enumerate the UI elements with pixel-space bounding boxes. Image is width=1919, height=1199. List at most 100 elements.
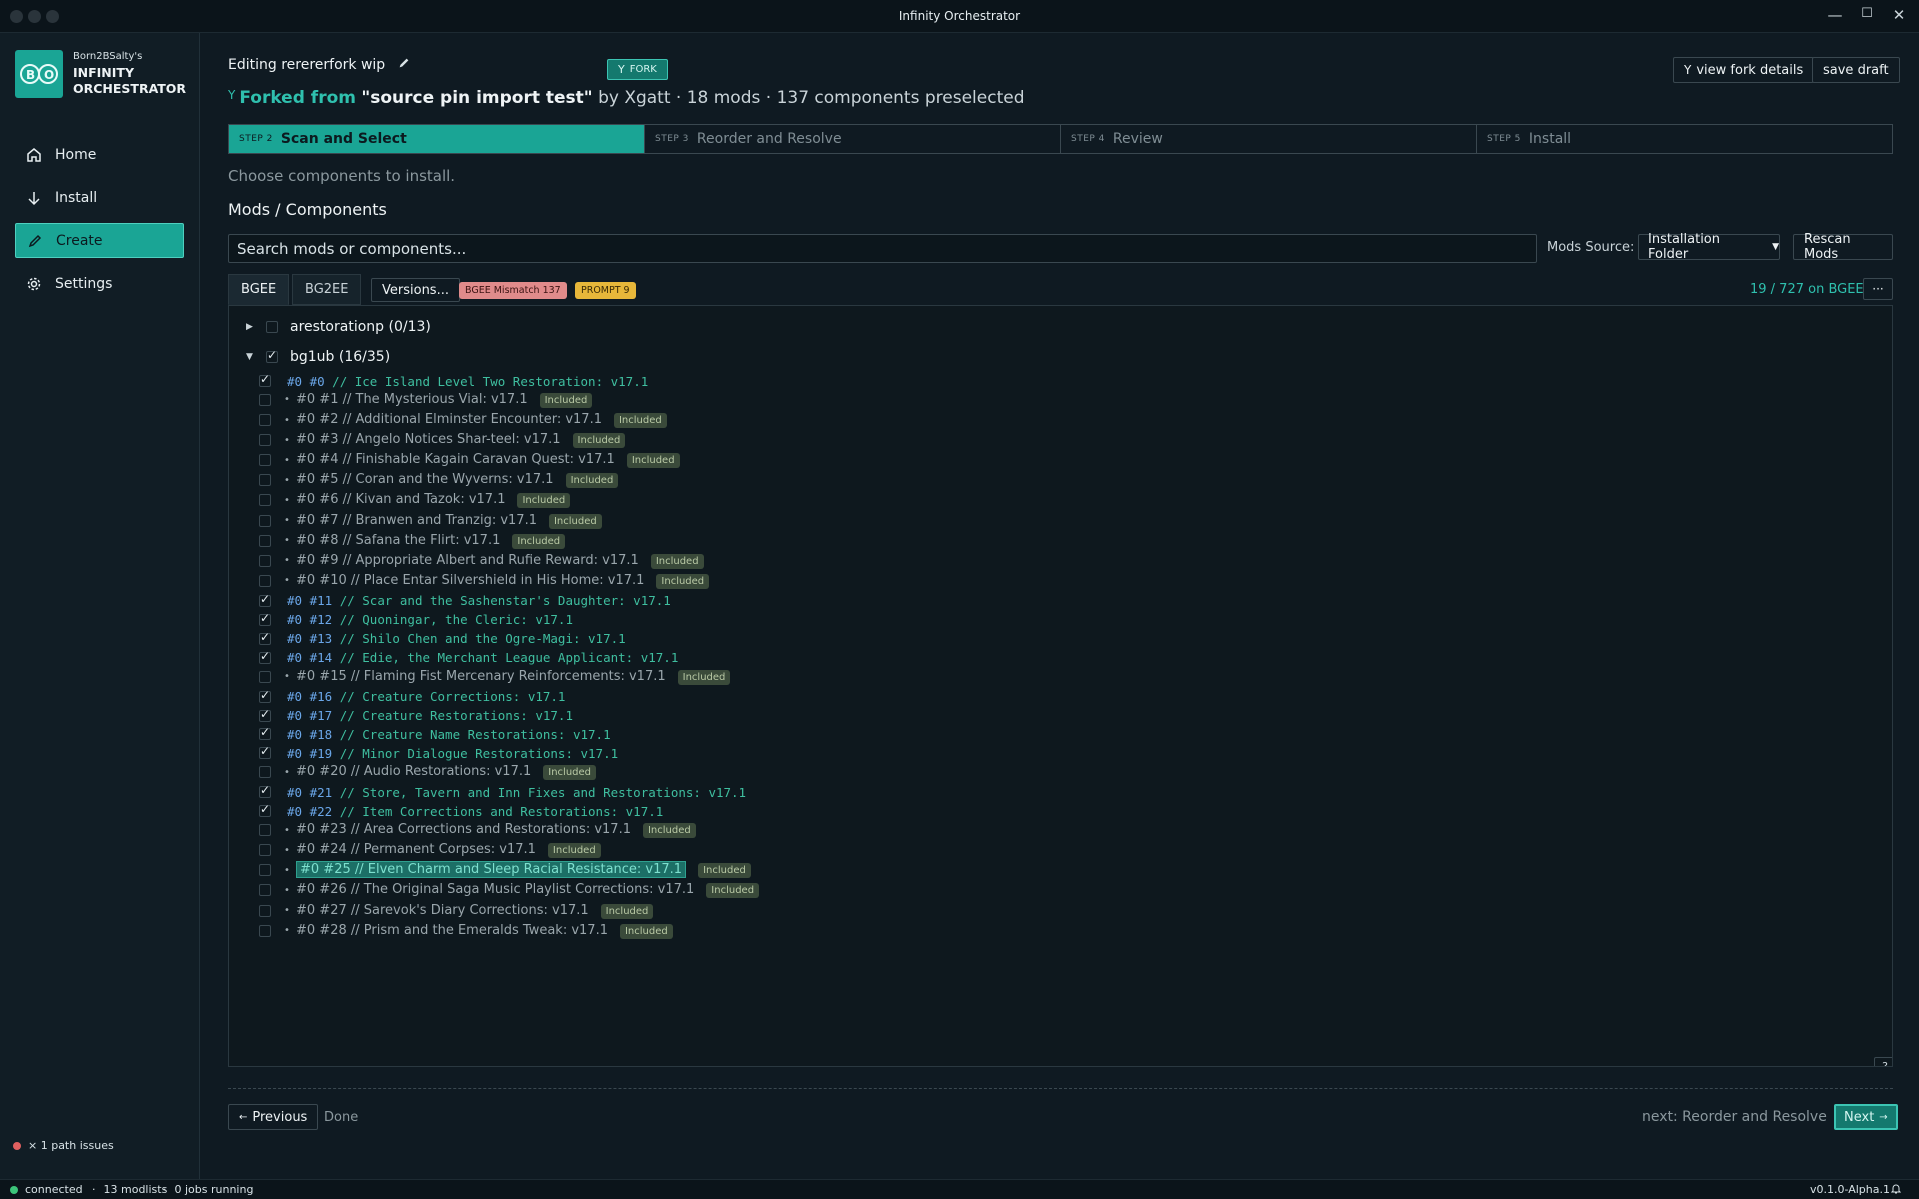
done-button[interactable]: Done	[324, 1110, 358, 1125]
bell-icon[interactable]	[1891, 1183, 1901, 1194]
component-row[interactable]: • #0 #26 // The Original Saga Music Playl…	[229, 880, 1892, 900]
view-fork-details-button[interactable]: Y view fork details	[1673, 57, 1815, 83]
component-checkbox[interactable]	[259, 783, 271, 799]
component-row[interactable]: #0 #19 // Minor Dialogue Restorations: v…	[229, 743, 1892, 763]
component-row[interactable]: • #0 #8 // Safana the Flirt: v17.1 Include…	[229, 531, 1892, 551]
help-button[interactable]: ?	[1874, 1057, 1892, 1066]
component-checkbox[interactable]	[259, 434, 271, 447]
component-checkbox[interactable]	[259, 725, 271, 741]
versions-button[interactable]: Versions...	[371, 278, 460, 302]
component-row[interactable]: • #0 #1 // The Mysterious Vial: v17.1 Incl…	[229, 390, 1892, 410]
component-row[interactable]: #0 #11 // Scar and the Sashenstar's Daug…	[229, 591, 1892, 611]
mismatch-badge[interactable]: BGEE Mismatch 137	[459, 282, 567, 299]
component-row[interactable]: • #0 #23 // Area Corrections and Restorat…	[229, 820, 1892, 840]
component-row[interactable]: • #0 #7 // Branwen and Tranzig: v17.1 Incl…	[229, 511, 1892, 531]
sidebar-item-create[interactable]: Create	[15, 223, 184, 258]
component-checkbox[interactable]	[259, 766, 271, 779]
sidebar-item-home[interactable]: Home	[15, 137, 184, 172]
tab-bgee[interactable]: BGEE	[228, 274, 290, 305]
component-checkbox[interactable]	[259, 824, 271, 837]
search-input[interactable]: Search mods or components...	[228, 234, 1537, 263]
component-name: #0 #20 // Audio Restorations: v17.1	[296, 764, 531, 779]
edit-pencil-icon[interactable]	[397, 56, 411, 74]
component-id: #0 #1	[296, 391, 339, 407]
component-list[interactable]: ▶ arestorationp (0/13) ▼ bg1ub (16/35) #…	[228, 305, 1893, 1067]
component-row[interactable]: #0 #0 // Ice Island Level Two Restoratio…	[229, 371, 1892, 391]
component-checkbox[interactable]	[259, 454, 271, 467]
component-checkbox[interactable]	[259, 707, 271, 722]
component-checkbox[interactable]	[259, 670, 271, 683]
component-row[interactable]: • #0 #24 // Permanent Corpses: v17.1 Inclu…	[229, 840, 1892, 860]
included-badge: Included	[650, 553, 704, 569]
save-draft-button[interactable]: save draft	[1812, 57, 1900, 83]
component-row[interactable]: • #0 #15 // Flaming Fist Mercenary Reinfo…	[229, 667, 1892, 687]
component-checkbox[interactable]	[259, 474, 271, 487]
mods-source-select[interactable]: Installation Folder ▼	[1638, 232, 1780, 262]
component-id: #0 #2	[296, 412, 339, 427]
component-checkbox[interactable]	[259, 534, 271, 547]
component-checkbox[interactable]	[259, 864, 271, 877]
component-row[interactable]: • #0 #10 // Place Entar Silvershield in H…	[229, 571, 1892, 591]
component-row[interactable]: #0 #18 // Creature Name Restorations: v1…	[229, 724, 1892, 744]
component-checkbox[interactable]	[259, 611, 271, 626]
component-checkbox[interactable]	[259, 884, 271, 897]
group-checkbox[interactable]	[266, 348, 278, 363]
caret-right-icon[interactable]: ▶	[246, 322, 253, 332]
minimize-button[interactable]: —	[1825, 6, 1845, 24]
step-install[interactable]: STEP 5 Install	[1477, 125, 1892, 153]
component-row[interactable]: • #0 #6 // Kivan and Tazok: v17.1 Included	[229, 490, 1892, 510]
mod-group-row[interactable]: ▶ arestorationp (0/13)	[229, 317, 1892, 337]
component-row[interactable]: #0 #13 // Shilo Chen and the Ogre-Magi: …	[229, 629, 1892, 649]
component-row[interactable]: #0 #12 // Quoningar, the Cleric: v17.1	[229, 610, 1892, 630]
mod-group-row[interactable]: ▼ bg1ub (16/35)	[229, 347, 1892, 367]
component-row[interactable]: • #0 #3 // Angelo Notices Shar-teel: v17.…	[229, 430, 1892, 450]
component-row[interactable]: • #0 #5 // Coran and the Wyverns: v17.1 In…	[229, 470, 1892, 490]
component-checkbox[interactable]	[259, 592, 271, 607]
component-checkbox[interactable]	[259, 904, 271, 917]
component-checkbox[interactable]	[259, 744, 271, 760]
component-row[interactable]: • #0 #20 // Audio Restorations: v17.1 Incl…	[229, 762, 1892, 782]
component-row[interactable]: • #0 #9 // Appropriate Albert and Rufie R…	[229, 551, 1892, 571]
rescan-mods-button[interactable]: Rescan Mods	[1793, 232, 1893, 262]
component-row[interactable]: #0 #16 // Creature Corrections: v17.1	[229, 687, 1892, 707]
component-checkbox[interactable]	[259, 372, 271, 387]
component-checkbox[interactable]	[259, 802, 271, 818]
group-checkbox[interactable]	[266, 321, 278, 333]
next-button[interactable]: Next →	[1834, 1104, 1898, 1130]
sidebar-item-install[interactable]: Install	[15, 180, 184, 215]
tab-bg2ee[interactable]: BG2EE	[292, 274, 362, 305]
component-row[interactable]: • #0 #2 // Additional Elminster Encounter…	[229, 410, 1892, 430]
component-row[interactable]: • #0 #25 // Elven Charm and Sleep Racial …	[229, 860, 1892, 880]
step-scan-and-select[interactable]: STEP 2 Scan and Select	[229, 125, 645, 153]
component-checkbox[interactable]	[259, 414, 271, 426]
component-checkbox[interactable]	[259, 393, 271, 406]
component-checkbox[interactable]	[259, 554, 271, 567]
step-review[interactable]: STEP 4 Review	[1061, 125, 1477, 153]
component-row[interactable]: • #0 #27 // Sarevok's Diary Corrections: …	[229, 901, 1892, 921]
more-options-button[interactable]: ···	[1863, 278, 1893, 300]
previous-button[interactable]: ← Previous	[228, 1104, 319, 1130]
component-checkbox[interactable]	[259, 924, 271, 937]
sidebar-item-settings[interactable]: Settings	[15, 266, 184, 301]
component-checkbox[interactable]	[259, 494, 271, 507]
close-button[interactable]: ✕	[1889, 6, 1909, 24]
component-row[interactable]: #0 #21 // Store, Tavern and Inn Fixes an…	[229, 782, 1892, 802]
maximize-button[interactable]: ☐	[1857, 6, 1877, 21]
component-checkbox[interactable]	[259, 844, 271, 857]
prompt-badge[interactable]: PROMPT 9	[575, 282, 636, 299]
component-checkbox[interactable]	[259, 630, 271, 645]
component-row[interactable]: #0 #17 // Creature Restorations: v17.1	[229, 706, 1892, 726]
path-issues-indicator[interactable]: × 1 path issues	[13, 1139, 114, 1152]
step-reorder-and-resolve[interactable]: STEP 3 Reorder and Resolve	[645, 125, 1061, 153]
component-checkbox[interactable]	[259, 649, 271, 664]
component-checkbox[interactable]	[259, 688, 271, 703]
component-checkbox[interactable]	[259, 574, 271, 587]
component-id: #0 #8	[296, 532, 339, 548]
component-row[interactable]: #0 #22 // Item Corrections and Restorati…	[229, 801, 1892, 821]
component-row[interactable]: #0 #14 // Edie, the Merchant League Appl…	[229, 648, 1892, 668]
component-row[interactable]: • #0 #4 // Finishable Kagain Caravan Ques…	[229, 450, 1892, 470]
selection-count: 19 / 727 on BGEE	[1750, 282, 1864, 297]
caret-down-icon[interactable]: ▼	[246, 352, 253, 362]
component-checkbox[interactable]	[259, 514, 271, 527]
component-row[interactable]: • #0 #28 // Prism and the Emeralds Tweak:…	[229, 921, 1892, 941]
